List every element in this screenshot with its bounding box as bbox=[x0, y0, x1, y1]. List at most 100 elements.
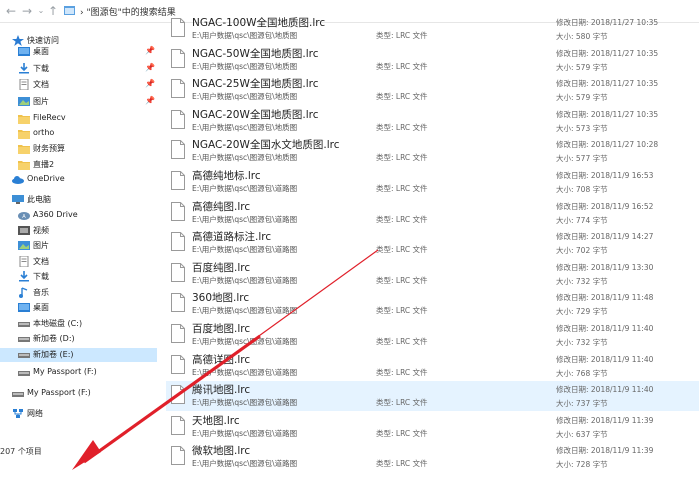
file-type: 类型: LRC 文件 bbox=[376, 92, 428, 102]
sidebar-item[interactable]: 桌面 📌 bbox=[0, 45, 157, 59]
sidebar-item[interactable]: 财务预算 bbox=[0, 142, 157, 156]
file-row[interactable]: 360地图.lrc E:\用户数据\qsc\图源包\道路图 类型: LRC 文件 修改… bbox=[166, 289, 699, 319]
sidebar-item[interactable]: 新加卷 (D:) bbox=[0, 332, 157, 346]
folder-icon bbox=[18, 161, 30, 170]
sidebar-item[interactable]: ortho bbox=[0, 127, 157, 141]
search-results-list: NGAC-100W全国地质图.lrc E:\用户数据\qsc\图源包\地质图 类型:… bbox=[166, 14, 699, 490]
sidebar-item[interactable]: 桌面 bbox=[0, 301, 157, 315]
sidebar-item-label: 视频 bbox=[33, 226, 49, 235]
file-row[interactable]: NGAC-20W全国地质图.lrc E:\用户数据\qsc\图源包\地质图 类型: … bbox=[166, 106, 699, 136]
file-row[interactable]: 百度纯图.lrc E:\用户数据\qsc\图源包\道路图 类型: LRC 文件 修改日… bbox=[166, 259, 699, 289]
breadcrumb[interactable]: › "图源包"中的搜索结果 bbox=[80, 5, 176, 18]
pin-icon[interactable]: 📌 bbox=[145, 63, 155, 72]
file-name: NGAC-50W全国地质图.lrc bbox=[192, 47, 319, 60]
drive-icon bbox=[18, 337, 30, 342]
sidebar-item-label: FileRecv bbox=[33, 113, 66, 122]
file-row[interactable]: 高德详图.lrc E:\用户数据\qsc\图源包\道路图 类型: LRC 文件 修改日… bbox=[166, 351, 699, 381]
file-modified-date: 修改日期: 2018/11/9 11:48 bbox=[556, 293, 654, 303]
file-row[interactable]: 百度地图.lrc E:\用户数据\qsc\图源包\道路图 类型: LRC 文件 修改日… bbox=[166, 320, 699, 350]
sidebar-item[interactable]: 下载 bbox=[0, 270, 157, 284]
forward-arrow-icon[interactable]: → bbox=[20, 4, 34, 18]
file-name: 高德道路标注.lrc bbox=[192, 231, 272, 244]
file-name: 微软地图.lrc bbox=[192, 445, 251, 458]
sidebar-item-label: 下载 bbox=[33, 64, 49, 73]
file-size: 大小: 573 字节 bbox=[556, 123, 608, 133]
sidebar-item-label: 本地磁盘 (C:) bbox=[33, 319, 83, 328]
file-path: E:\用户数据\qsc\图源包\道路图 bbox=[192, 245, 298, 255]
desktop-folder-icon bbox=[18, 47, 30, 56]
sidebar-item[interactable]: 此电脑 bbox=[0, 193, 157, 207]
sidebar-item-label: 下载 bbox=[33, 272, 49, 281]
file-row[interactable]: NGAC-25W全国地质图.lrc E:\用户数据\qsc\图源包\地质图 类型: … bbox=[166, 75, 699, 105]
sidebar-item[interactable]: 图片 📌 bbox=[0, 95, 157, 109]
drive-icon bbox=[18, 353, 30, 358]
sidebar-item[interactable]: 音乐 bbox=[0, 286, 157, 300]
sidebar-item-label: 音乐 bbox=[33, 288, 49, 297]
file-type: 类型: LRC 文件 bbox=[376, 459, 428, 469]
sidebar-item[interactable]: OneDrive bbox=[0, 173, 157, 187]
file-modified-date: 修改日期: 2018/11/9 11:40 bbox=[556, 354, 654, 364]
file-modified-date: 修改日期: 2018/11/27 10:35 bbox=[556, 79, 659, 89]
file-row[interactable]: 高德纯地标.lrc E:\用户数据\qsc\图源包\道路图 类型: LRC 文件 修改… bbox=[166, 167, 699, 197]
sidebar-item[interactable]: FileRecv bbox=[0, 112, 157, 126]
sidebar-item[interactable]: 下载 📌 bbox=[0, 62, 157, 76]
sidebar-item[interactable]: 图片 bbox=[0, 239, 157, 253]
file-modified-date: 修改日期: 2018/11/9 14:27 bbox=[556, 232, 654, 242]
sidebar-item[interactable]: My Passport (F:) bbox=[0, 366, 157, 380]
sidebar-item[interactable]: 文档 bbox=[0, 255, 157, 269]
file-modified-date: 修改日期: 2018/11/9 16:52 bbox=[556, 201, 654, 211]
sidebar-item-label: 新加卷 (D:) bbox=[33, 334, 75, 343]
file-row[interactable]: NGAC-20W全国水文地质图.lrc E:\用户数据\qsc\图源包\地质图 类型… bbox=[166, 136, 699, 166]
folder-icon bbox=[18, 130, 30, 139]
sidebar-item[interactable]: 网络 bbox=[0, 407, 157, 421]
pin-icon[interactable]: 📌 bbox=[145, 46, 155, 55]
sidebar-item[interactable]: 新加卷 (E:) bbox=[0, 348, 157, 362]
file-icon bbox=[171, 385, 185, 405]
file-name: NGAC-20W全国地质图.lrc bbox=[192, 108, 319, 121]
sidebar-item-label: 此电脑 bbox=[27, 195, 51, 204]
file-row[interactable]: NGAC-100W全国地质图.lrc E:\用户数据\qsc\图源包\地质图 类型:… bbox=[166, 14, 699, 44]
documents-icon bbox=[19, 256, 29, 267]
file-size: 大小: 708 字节 bbox=[556, 185, 608, 194]
file-name: NGAC-25W全国地质图.lrc bbox=[192, 78, 319, 91]
file-row[interactable]: 天地图.lrc E:\用户数据\qsc\图源包\道路图 类型: LRC 文件 修改日期… bbox=[166, 412, 699, 442]
sidebar-item[interactable]: My Passport (F:) bbox=[0, 387, 157, 401]
pictures-icon bbox=[18, 241, 30, 250]
up-arrow-icon[interactable]: ↑ bbox=[46, 4, 60, 18]
file-row[interactable]: NGAC-50W全国地质图.lrc E:\用户数据\qsc\图源包\地质图 类型: … bbox=[166, 45, 699, 75]
file-type: 类型: LRC 文件 bbox=[376, 184, 428, 193]
file-icon bbox=[171, 171, 185, 190]
file-type: 类型: LRC 文件 bbox=[376, 428, 428, 438]
file-path: E:\用户数据\qsc\图源包\道路图 bbox=[192, 214, 298, 224]
file-modified-date: 修改日期: 2018/11/27 10:35 bbox=[556, 109, 659, 119]
file-row[interactable]: 微软地图.lrc E:\用户数据\qsc\图源包\道路图 类型: LRC 文件 修改日… bbox=[166, 442, 699, 472]
file-type: 类型: LRC 文件 bbox=[376, 214, 428, 224]
file-row[interactable]: 腾讯地图.lrc E:\用户数据\qsc\图源包\道路图 类型: LRC 文件 修改日… bbox=[166, 381, 699, 412]
sidebar-item[interactable]: A A360 Drive bbox=[0, 209, 157, 223]
sidebar-item[interactable]: 直播2 bbox=[0, 158, 157, 172]
back-arrow-icon[interactable]: ← bbox=[4, 4, 18, 18]
folder-icon bbox=[18, 145, 30, 154]
file-modified-date: 修改日期: 2018/11/9 11:39 bbox=[556, 415, 654, 425]
file-size: 大小: 732 字节 bbox=[556, 338, 608, 347]
sidebar-item-label: 图片 bbox=[33, 97, 49, 106]
sidebar-item-label: My Passport (F:) bbox=[33, 367, 97, 376]
file-row[interactable]: 高德纯图.lrc E:\用户数据\qsc\图源包\道路图 类型: LRC 文件 修改日… bbox=[166, 198, 699, 228]
file-size: 大小: 577 字节 bbox=[556, 154, 608, 164]
sidebar-item-label: 新加卷 (E:) bbox=[33, 350, 74, 359]
file-modified-date: 修改日期: 2018/11/9 11:40 bbox=[556, 324, 654, 333]
sidebar-item[interactable]: 文档 📌 bbox=[0, 78, 157, 92]
file-type: 类型: LRC 文件 bbox=[376, 122, 428, 132]
file-type: 类型: LRC 文件 bbox=[376, 398, 428, 408]
file-path: E:\用户数据\qsc\图源包\道路图 bbox=[192, 459, 298, 469]
sidebar-item[interactable]: 本地磁盘 (C:) bbox=[0, 317, 157, 331]
file-row[interactable]: 高德道路标注.lrc E:\用户数据\qsc\图源包\道路图 类型: LRC 文件 修… bbox=[166, 228, 699, 258]
pin-icon[interactable]: 📌 bbox=[145, 79, 155, 88]
pin-icon[interactable]: 📌 bbox=[145, 96, 155, 105]
sidebar-item-label: 直播2 bbox=[33, 160, 55, 169]
drive-icon bbox=[18, 371, 30, 376]
file-icon bbox=[171, 324, 185, 343]
sidebar-item[interactable]: 视频 bbox=[0, 224, 157, 238]
file-icon bbox=[171, 354, 185, 374]
sidebar-item-label: 桌面 bbox=[33, 47, 49, 56]
